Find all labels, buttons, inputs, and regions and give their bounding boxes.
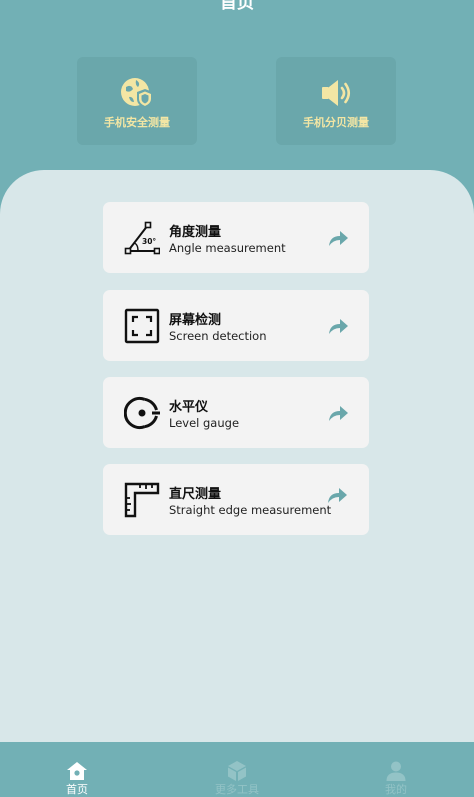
home-icon [67,762,87,780]
tool-title: 屏幕检测 [169,313,222,328]
tool-angle-measurement[interactable]: 30° 角度测量 Angle measurement [103,202,369,273]
share-arrow-icon[interactable] [327,229,349,247]
ruler-icon [124,482,160,518]
tool-level-gauge[interactable]: 水平仪 Level gauge [103,377,369,448]
nav-home[interactable]: 首页 [37,760,117,797]
phone-decibel-card[interactable]: 手机分贝测量 [276,57,396,145]
tool-screen-detection[interactable]: 屏幕检测 Screen detection [103,290,369,361]
share-arrow-icon[interactable] [327,317,349,335]
phone-security-card[interactable]: 手机安全测量 [77,57,197,145]
shield-globe-icon [121,78,153,108]
tool-subtitle: Level gauge [169,416,240,430]
bottom-nav: 首页 更多工具 我的 [0,742,474,797]
page-title: 首页 [220,0,254,13]
cube-icon [228,761,246,781]
share-arrow-icon[interactable] [327,404,349,422]
tool-title: 直尺测量 [169,487,222,502]
screen-frame-icon [124,308,160,344]
phone-security-label: 手机安全测量 [104,116,170,129]
nav-mine[interactable]: 我的 [356,760,436,797]
tool-title: 水平仪 [169,400,209,415]
phone-decibel-label: 手机分贝测量 [303,116,369,129]
share-arrow-icon[interactable] [326,486,348,504]
nav-home-label: 首页 [66,783,88,796]
nav-more-tools-label: 更多工具 [215,783,259,796]
nav-mine-label: 我的 [385,783,407,796]
tools-panel: 30° 角度测量 Angle measurement 屏幕检测 Screen d… [0,170,474,742]
tool-subtitle: Straight edge measurement [169,503,332,517]
nav-more-tools[interactable]: 更多工具 [197,760,277,797]
user-icon [386,761,406,781]
level-icon [124,397,160,429]
tool-subtitle: Angle measurement [169,241,286,255]
speaker-icon [322,80,351,106]
angle-icon-text: 30° [142,237,156,246]
tool-straight-edge[interactable]: 直尺测量 Straight edge measurement [103,464,369,535]
tool-title: 角度测量 [169,225,222,240]
tool-subtitle: Screen detection [169,329,267,343]
angle-icon: 30° [124,221,160,255]
